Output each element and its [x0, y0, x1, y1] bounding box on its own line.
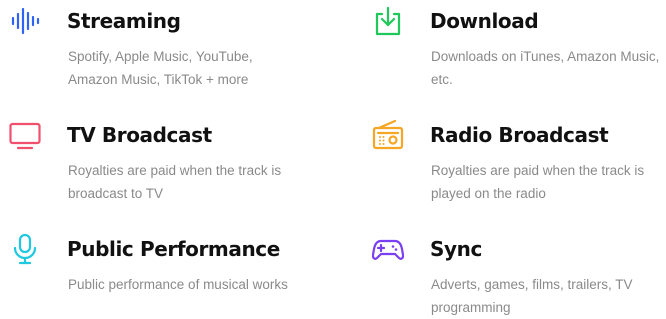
- microphone-icon: [9, 233, 41, 265]
- feature-description: Adverts, games, films, trailers, TV prog…: [431, 277, 633, 315]
- feature-title: Download: [430, 9, 539, 33]
- feature-description: Public performance of musical works: [68, 277, 288, 292]
- feature-title: Streaming: [67, 9, 181, 33]
- feature-description: Royalties are paid when the track is bro…: [68, 163, 282, 201]
- feature-description: Spotify, Apple Music, YouTube, Amazon Mu…: [68, 49, 253, 87]
- feature-description: Downloads on iTunes, Amazon Music, etc.: [431, 49, 660, 87]
- gamepad-icon: [372, 233, 404, 265]
- download-icon: [372, 5, 404, 37]
- feature-description: Royalties are paid when the track is pla…: [431, 163, 645, 201]
- feature-title: Public Performance: [67, 237, 280, 261]
- feature-title: Radio Broadcast: [430, 123, 609, 147]
- radio-icon: [372, 119, 404, 151]
- feature-title: TV Broadcast: [67, 123, 212, 147]
- feature-title: Sync: [430, 237, 482, 261]
- sound-wave-icon: [9, 5, 41, 37]
- tv-icon: [9, 119, 41, 151]
